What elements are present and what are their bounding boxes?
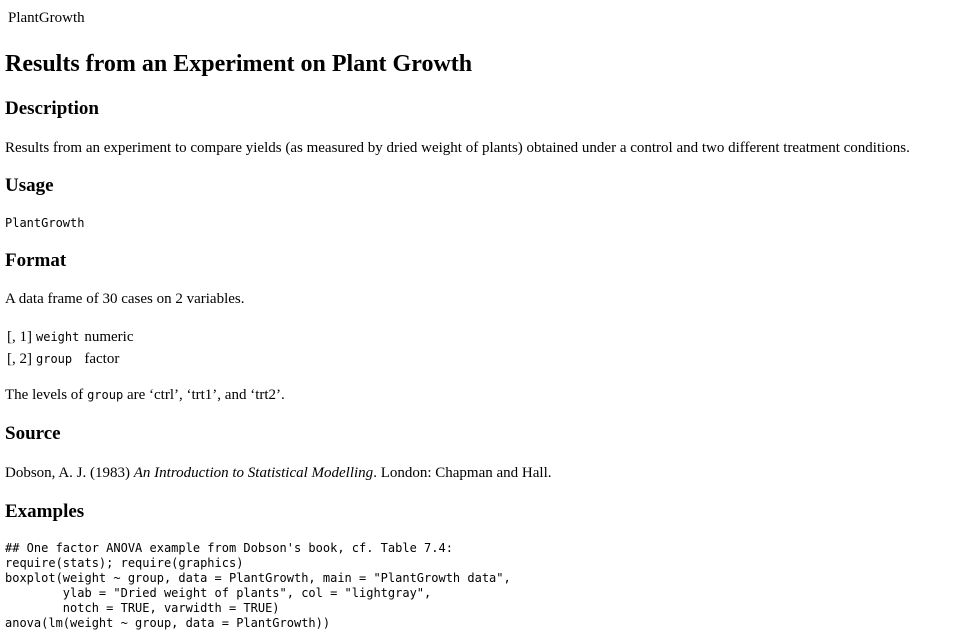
section-heading-usage: Usage <box>5 175 54 196</box>
format-row-variable: group <box>36 352 73 366</box>
code-line: notch = TRUE, varwidth = TRUE) <box>5 601 280 615</box>
source-author: Dobson, A. J. (1983) <box>5 465 134 481</box>
code-line: ylab = "Dried weight of plants", col = "… <box>5 586 432 600</box>
source-citation: Dobson, A. J. (1983) An Introduction to … <box>5 464 552 482</box>
code-line: boxplot(weight ~ group, data = PlantGrow… <box>5 571 511 585</box>
format-table: [, 1] weight numeric [, 2] group factor <box>7 326 137 370</box>
format-intro: A data frame of 30 cases on 2 variables. <box>5 291 245 307</box>
examples-code-block: ## One factor ANOVA example from Dobson'… <box>5 541 511 631</box>
levels-code: group <box>87 388 124 402</box>
code-line: require(stats); require(graphics) <box>5 556 244 570</box>
format-row: [, 1] weight numeric <box>7 326 137 348</box>
format-row-index: [, 2] <box>7 351 32 367</box>
format-levels-text: The levels of group are ‘ctrl’, ‘trt1’, … <box>5 386 285 404</box>
levels-prefix: The levels of <box>5 387 88 403</box>
section-heading-format: Format <box>5 250 67 271</box>
source-book-title: An Introduction to Statistical Modelling <box>133 465 374 481</box>
format-row-type: factor <box>84 351 120 367</box>
levels-suffix: are ‘ctrl’, ‘trt1’, and ‘trt2’. <box>123 387 285 403</box>
format-row-index: [, 1] <box>7 329 32 345</box>
format-row-variable: weight <box>36 330 80 344</box>
code-line: ## One factor ANOVA example from Dobson'… <box>5 541 453 555</box>
topic-name: PlantGrowth <box>8 10 85 26</box>
format-row: [, 2] group factor <box>7 348 137 370</box>
format-row-type: numeric <box>84 329 134 345</box>
code-line: anova(lm(weight ~ group, data = PlantGro… <box>5 616 331 630</box>
page-title: Results from an Experiment on Plant Grow… <box>5 51 473 77</box>
section-heading-source: Source <box>5 423 61 444</box>
source-publisher: . London: Chapman and Hall. <box>373 465 552 481</box>
usage-code: PlantGrowth <box>5 216 85 230</box>
section-heading-examples: Examples <box>5 501 85 522</box>
section-heading-description: Description <box>5 98 99 119</box>
description-text: Results from an experiment to compare yi… <box>5 140 910 156</box>
